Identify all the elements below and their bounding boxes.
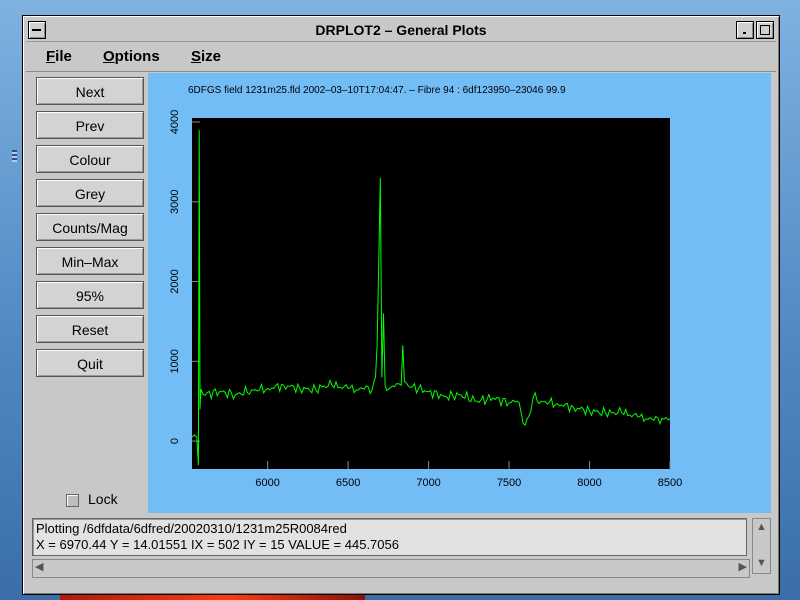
plot-frame	[192, 118, 670, 469]
min-max-button[interactable]: Min–Max	[36, 247, 144, 275]
spectrum-chart[interactable]: 6DFGS field 1231m25.fld 2002–03–10T17:04…	[148, 73, 771, 513]
y-tick-label: 2000	[169, 269, 181, 293]
y-tick-label: 1000	[169, 349, 181, 373]
x-tick-label: 8000	[577, 477, 601, 489]
percentile-95-button[interactable]: 95%	[36, 281, 144, 309]
grey-button[interactable]: Grey	[36, 179, 144, 207]
prev-button[interactable]: Prev	[36, 111, 144, 139]
y-tick-label: 3000	[169, 190, 181, 214]
window-title: DRPLOT2 – General Plots	[315, 22, 487, 38]
maximize-button[interactable]	[756, 21, 774, 39]
status-text: Plotting /6dfdata/6dfred/20020310/1231m2…	[32, 518, 747, 556]
menu-options[interactable]: Options	[103, 48, 160, 65]
scroll-down-icon[interactable]: ▼	[756, 558, 767, 569]
x-tick-label: 6500	[336, 477, 360, 489]
desktop-edge-mark	[12, 150, 17, 162]
title-bar[interactable]: DRPLOT2 – General Plots	[26, 19, 776, 42]
scroll-right-icon[interactable]: ▶	[739, 562, 747, 573]
counts-mag-button[interactable]: Counts/Mag	[36, 213, 144, 241]
y-tick-label: 0	[169, 438, 181, 444]
control-sidebar: Next Prev Colour Grey Counts/Mag Min–Max…	[26, 73, 148, 513]
y-tick-label: 4000	[169, 110, 181, 134]
x-tick-label: 8500	[658, 477, 682, 489]
colour-button[interactable]: Colour	[36, 145, 144, 173]
status-line-1: Plotting /6dfdata/6dfred/20020310/1231m2…	[36, 521, 347, 536]
status-line-2: X = 6970.44 Y = 14.01551 IX = 502 IY = 1…	[36, 537, 399, 552]
menu-bar: File Options Size	[26, 43, 776, 72]
quit-button[interactable]: Quit	[36, 349, 144, 377]
plot-panel[interactable]: 6DFGS field 1231m25.fld 2002–03–10T17:04…	[148, 73, 771, 513]
minimize-button[interactable]	[736, 21, 754, 39]
next-button[interactable]: Next	[36, 77, 144, 105]
chart-title: 6DFGS field 1231m25.fld 2002–03–10T17:04…	[188, 85, 566, 96]
menu-file[interactable]: File	[46, 48, 72, 65]
reset-button[interactable]: Reset	[36, 315, 144, 343]
x-tick-label: 7500	[497, 477, 521, 489]
horizontal-scrollbar[interactable]: ◀ ▶	[32, 559, 750, 578]
x-tick-label: 6000	[255, 477, 279, 489]
scroll-left-icon[interactable]: ◀	[35, 562, 43, 573]
x-tick-label: 7000	[416, 477, 440, 489]
drplot-window: DRPLOT2 – General Plots File Options Siz…	[22, 15, 780, 595]
scroll-up-icon[interactable]: ▲	[756, 522, 767, 533]
lock-checkbox[interactable]	[66, 494, 79, 507]
lock-label: Lock	[88, 491, 118, 507]
menu-size[interactable]: Size	[191, 48, 221, 65]
vertical-scrollbar[interactable]: ▲ ▼	[752, 518, 771, 574]
